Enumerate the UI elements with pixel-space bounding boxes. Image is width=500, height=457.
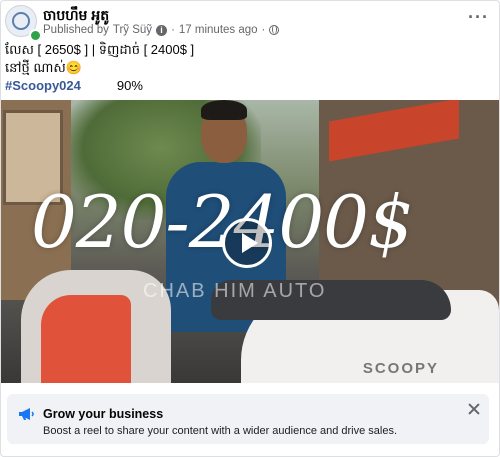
grow-banner-title: Grow your business [43,407,164,421]
play-button[interactable] [222,218,272,268]
scooter-left-panel [41,295,131,383]
meta-separator-2: · [261,24,266,36]
condition-line: នៅថ្មី ណាស់😊 [5,60,82,75]
author-name[interactable]: Trỹ Süỹ [113,24,152,36]
post-text: លែស​ [ 2650$ ] | ទិញដាច់ [ 2400$ ] នៅថ្ម… [5,41,194,95]
info-icon[interactable]: i [156,24,168,36]
meta-separator: · [171,24,175,36]
condition-percent: 90% [116,78,143,93]
published-by-label: Published by [43,24,109,36]
play-icon [242,233,258,253]
person-hair [201,100,247,120]
price-overlay-text: 020-2400$ [31,180,414,264]
hashtag-line: #Scoopy024 90% [5,77,194,95]
post-meta: Published by Trỹ Süỹ i · 17 minutes ago … [43,24,280,36]
scooter-brand-text: SCOOPY [362,360,439,377]
avatar-logo [12,12,30,30]
grow-banner-description: Boost a reel to share your content with … [43,425,398,437]
video-player[interactable]: SCOOPY 020-2400$ CHAB HIM AUTO [1,100,499,383]
more-options-icon[interactable]: ··· [468,7,489,28]
grow-business-banner[interactable]: Grow your business Boost a reel to share… [7,394,489,444]
post-timestamp[interactable]: 17 minutes ago [179,24,258,36]
price-line: លែស​ [ 2650$ ] | ទិញដាច់ [ 2400$ ] [5,42,195,57]
megaphone-icon [19,408,34,420]
post-card: ចាបហឹម អូតូ Published by Trỹ Süỹ i · 17 … [0,0,500,457]
hashtag-link[interactable]: #Scoopy024 [5,78,81,93]
post-header: ចាបហឹម អូតូ Published by Trỹ Süỹ i · 17 … [5,5,497,42]
video-watermark: CHAB HIM AUTO [143,280,327,302]
close-icon[interactable] [467,402,481,416]
globe-icon [269,25,280,35]
